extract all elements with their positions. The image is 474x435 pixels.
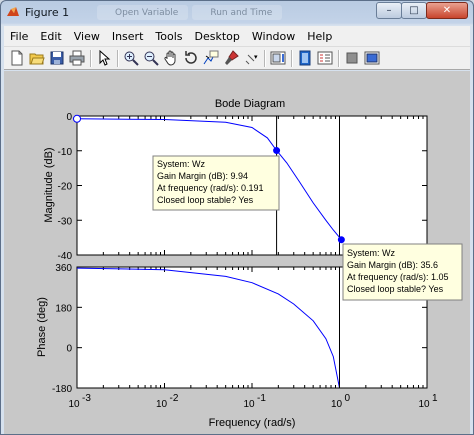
- data-cursor-icon[interactable]: [203, 50, 219, 66]
- new-figure-icon[interactable]: [9, 50, 25, 66]
- datatip-gain-margin-1[interactable]: System: Wz Gain Margin (dB): 9.94 At fre…: [152, 155, 280, 211]
- datatip-line: Gain Margin (dB): 35.6: [347, 260, 438, 270]
- figure-toolbar: ▾: [4, 46, 470, 70]
- bode-plot[interactable]: Bode Diagram Magnitude (dB) Phase (deg) …: [4, 71, 470, 434]
- menu-bar: File Edit View Insert Tools Desktop Wind…: [4, 26, 470, 46]
- datatip-line: At frequency (rad/s): 1.05: [347, 272, 449, 282]
- figure-canvas: Bode Diagram Magnitude (dB) Phase (deg) …: [4, 71, 470, 434]
- background-tab: Run and Time: [192, 5, 283, 20]
- x-tick-label: 10: [68, 399, 80, 410]
- link-plot-icon[interactable]: ▾: [243, 50, 259, 66]
- phase-ytick-label: 360: [55, 263, 72, 274]
- x-axis-label: Frequency (rad/s): [209, 417, 296, 429]
- x-tick-label: 10: [156, 399, 168, 410]
- close-button[interactable]: ✕: [426, 2, 468, 19]
- legend-icon[interactable]: [297, 50, 313, 66]
- x-tick-label: 10: [243, 399, 255, 410]
- data-marker: [73, 114, 81, 123]
- magnitude-ylabel: Magnitude (dB): [43, 147, 55, 222]
- mag-ytick-label: -20: [58, 182, 73, 193]
- x-tick-exponent: 1: [432, 393, 438, 404]
- datatip-line: Gain Margin (dB): 9.94: [157, 171, 248, 181]
- x-tick-exponent: 0: [345, 393, 351, 404]
- x-tick-exponent: -1: [257, 393, 266, 404]
- datatip-line: System: Wz: [157, 159, 206, 169]
- show-plot-tools-icon[interactable]: [364, 50, 380, 66]
- x-tick-label: 10: [331, 399, 343, 410]
- chart-title: Bode Diagram: [215, 98, 285, 110]
- background-tab: Open Variable: [97, 5, 189, 20]
- datatip-line: Closed loop stable? Yes: [347, 284, 444, 294]
- mag-ytick-label: -10: [58, 147, 73, 158]
- menu-desktop[interactable]: Desktop: [189, 30, 246, 43]
- matlab-icon: [7, 7, 19, 16]
- window-title: Figure 1: [25, 6, 70, 19]
- figure-window: Figure 1 Open Variable Run and Time – □ …: [0, 0, 474, 435]
- phase-ytick-label: 0: [66, 344, 72, 355]
- rotate-3d-icon[interactable]: [183, 50, 199, 66]
- print-icon[interactable]: [69, 50, 85, 66]
- toolbar-separator: [90, 49, 91, 67]
- save-icon[interactable]: [49, 50, 65, 66]
- toolbar-separator: [117, 49, 118, 67]
- x-tick-exponent: -2: [170, 393, 179, 404]
- minimize-button[interactable]: –: [376, 2, 402, 19]
- window-controls: – □ ✕: [376, 2, 468, 19]
- menu-file[interactable]: File: [4, 30, 34, 43]
- menu-tools[interactable]: Tools: [149, 30, 188, 43]
- datatip-gain-margin-2[interactable]: System: Wz Gain Margin (dB): 35.6 At fre…: [342, 243, 463, 301]
- menu-edit[interactable]: Edit: [34, 30, 67, 43]
- zoom-out-icon[interactable]: [143, 50, 159, 66]
- mag-ytick-label: -30: [58, 216, 73, 227]
- toolbar-separator: [264, 49, 265, 67]
- menu-insert[interactable]: Insert: [106, 30, 150, 43]
- hide-plot-tools-icon[interactable]: [344, 50, 360, 66]
- toolbar-separator: [338, 49, 339, 67]
- pan-hand-icon[interactable]: [163, 50, 179, 66]
- title-bar[interactable]: Figure 1 Open Variable Run and Time – □ …: [1, 1, 473, 25]
- datatip-line: Closed loop stable? Yes: [157, 195, 254, 205]
- menu-window[interactable]: Window: [246, 30, 301, 43]
- brush-icon[interactable]: [223, 50, 239, 66]
- x-tick-label: 10: [418, 399, 430, 410]
- phase-ytick-label: -180: [52, 384, 72, 395]
- phase-ytick-label: 180: [55, 303, 72, 314]
- maximize-button[interactable]: □: [401, 2, 427, 19]
- data-marker: [337, 236, 345, 244]
- colorbar-icon[interactable]: [270, 50, 286, 66]
- x-tick-exponent: -3: [82, 393, 91, 404]
- open-file-icon[interactable]: [29, 50, 45, 66]
- insert-legend-icon[interactable]: [317, 50, 333, 66]
- mag-ytick-label: -40: [58, 251, 73, 262]
- datatip-line: System: Wz: [347, 248, 396, 258]
- datatip-line: At frequency (rad/s): 0.191: [157, 183, 264, 193]
- mag-ytick-label: 0: [66, 112, 72, 123]
- toolbar-separator: [291, 49, 292, 67]
- menu-view[interactable]: View: [68, 30, 106, 43]
- svg-text:▾: ▾: [254, 53, 258, 61]
- phase-ylabel: Phase (deg): [36, 297, 48, 357]
- zoom-in-icon[interactable]: [123, 50, 139, 66]
- menu-help[interactable]: Help: [301, 30, 338, 43]
- data-marker: [273, 147, 281, 155]
- background-taskbar: Open Variable Run and Time: [97, 5, 283, 21]
- pointer-icon[interactable]: [96, 50, 112, 66]
